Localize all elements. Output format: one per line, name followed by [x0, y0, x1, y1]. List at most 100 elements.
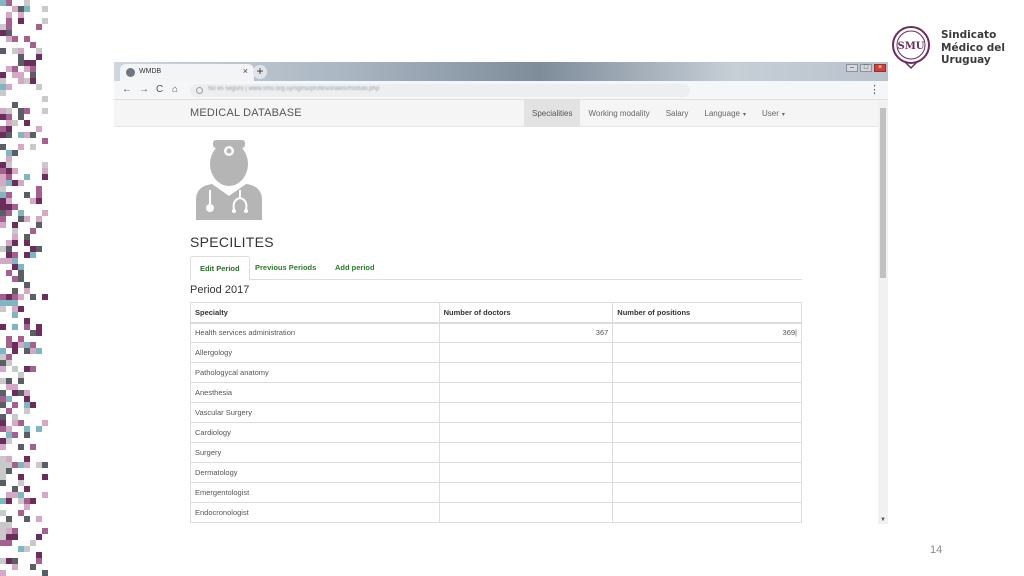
pixel-square	[0, 438, 6, 444]
app-brand[interactable]: MEDICAL DATABASE	[190, 107, 302, 119]
pixel-square	[6, 396, 12, 402]
pixel-square	[0, 78, 6, 84]
pixel-square	[24, 282, 30, 288]
pixel-square	[6, 528, 12, 534]
positions-count-input[interactable]	[612, 382, 802, 403]
tab-close-icon[interactable]: ×	[243, 66, 248, 76]
new-tab-button[interactable]: +	[253, 65, 267, 79]
slide-number: 14	[930, 544, 943, 556]
doctors-count-input[interactable]	[438, 462, 614, 483]
pixel-square	[42, 462, 48, 468]
pixel-square	[0, 246, 6, 252]
nav-item-salary[interactable]: Salary	[658, 100, 697, 127]
pixel-square	[24, 132, 30, 138]
pixel-square	[6, 492, 12, 498]
pixel-square	[12, 420, 18, 426]
positions-count-input[interactable]	[612, 502, 802, 523]
pixel-square	[24, 426, 30, 432]
pixel-square	[18, 60, 24, 66]
pixel-square	[12, 288, 18, 294]
pixel-square	[30, 246, 36, 252]
caret-down-icon: ▾	[742, 112, 746, 118]
nav-item-working-modality[interactable]: Working modality	[580, 100, 657, 127]
pixel-square	[12, 306, 18, 312]
pixel-square	[30, 144, 36, 150]
nav-item-specialities[interactable]: Specialities	[524, 100, 581, 127]
pixel-square	[12, 432, 18, 438]
back-arrow-icon[interactable]: ←	[122, 84, 132, 96]
positions-count-input[interactable]	[612, 362, 802, 383]
pixel-square	[0, 528, 6, 534]
table-row: Health services administration 367 369|	[190, 322, 802, 343]
column-header[interactable]: Number of positions	[612, 302, 802, 324]
pixel-square	[6, 462, 12, 468]
logo-wordmark: Sindicato Médico del Uruguay	[941, 29, 1005, 67]
home-icon[interactable]: ⌂	[172, 84, 178, 96]
doctors-count-input[interactable]	[438, 482, 614, 503]
doctors-count-input[interactable]	[438, 382, 614, 403]
pixel-square	[0, 444, 6, 450]
positions-count-input[interactable]	[612, 342, 802, 363]
forward-arrow-icon[interactable]: →	[139, 84, 149, 96]
pixel-square	[6, 192, 12, 198]
positions-count-input[interactable]	[612, 482, 802, 503]
decorative-pixel-pattern	[0, 0, 48, 576]
doctors-count-input[interactable]	[438, 502, 614, 523]
close-window-button[interactable]: ×	[874, 64, 886, 72]
scroll-down-arrow-icon[interactable]: ▼	[880, 517, 886, 523]
pixel-square	[6, 246, 12, 252]
pixel-square	[30, 540, 36, 546]
specialty-cell: Allergology	[190, 342, 440, 363]
doctors-count-input[interactable]	[438, 362, 614, 383]
pixel-square	[30, 330, 36, 336]
pixel-square	[6, 384, 12, 390]
pixel-square	[18, 294, 24, 300]
minimize-button[interactable]: –	[846, 64, 858, 72]
specialty-cell: Dermatology	[190, 462, 440, 483]
address-bar[interactable]: No es seguro | www.smu.org.uy/sgmu/profe…	[190, 84, 690, 97]
doctors-count-input[interactable]: 367	[438, 322, 614, 343]
pixel-square	[6, 336, 12, 342]
doctors-count-input[interactable]	[438, 342, 614, 363]
pixel-square	[30, 66, 36, 72]
scroll-thumb[interactable]	[880, 108, 886, 278]
positions-count-input[interactable]	[612, 442, 802, 463]
pixel-square	[0, 180, 6, 186]
doctors-count-input[interactable]	[438, 442, 614, 463]
pixel-square	[0, 222, 6, 228]
nav-item-user[interactable]: User ▾	[754, 100, 793, 127]
pixel-square	[24, 408, 30, 414]
positions-count-input[interactable]: 369|	[612, 322, 802, 343]
pixel-square	[0, 108, 6, 114]
tab-add-period[interactable]: Add period	[326, 256, 384, 280]
column-header[interactable]: Specialty	[190, 302, 440, 324]
pixel-square	[6, 378, 12, 384]
pixel-square	[18, 462, 24, 468]
doctors-count-input[interactable]	[438, 402, 614, 423]
pixel-square	[42, 96, 48, 102]
column-header[interactable]: Number of doctors	[438, 302, 614, 324]
doctors-count-input[interactable]	[438, 422, 614, 443]
pixel-square	[24, 78, 30, 84]
tab-previous-periods[interactable]: Previous Periods	[246, 256, 325, 280]
table-row: Vascular Surgery	[190, 402, 802, 423]
pixel-square	[18, 144, 24, 150]
browser-tab[interactable]: WMDB ×	[120, 64, 254, 81]
pixel-square	[12, 66, 18, 72]
pixel-square	[6, 174, 12, 180]
browser-menu-icon[interactable]: ⋮	[869, 83, 880, 96]
page-scrollbar[interactable]: ▼	[878, 100, 888, 524]
positions-count-input[interactable]	[612, 422, 802, 443]
pixel-square	[12, 384, 18, 390]
positions-count-input[interactable]	[612, 402, 802, 423]
pixel-square	[24, 234, 30, 240]
tab-edit-period[interactable]: Edit Period	[190, 256, 250, 281]
pixel-square	[6, 108, 12, 114]
maximize-button[interactable]: □	[860, 64, 872, 72]
positions-count-input[interactable]	[612, 462, 802, 483]
nav-item-language[interactable]: Language ▾	[696, 100, 754, 127]
doctor-avatar-icon	[196, 140, 262, 220]
pixel-square	[30, 228, 36, 234]
site-info-icon[interactable]	[196, 87, 203, 94]
reload-icon[interactable]: C	[156, 84, 163, 96]
